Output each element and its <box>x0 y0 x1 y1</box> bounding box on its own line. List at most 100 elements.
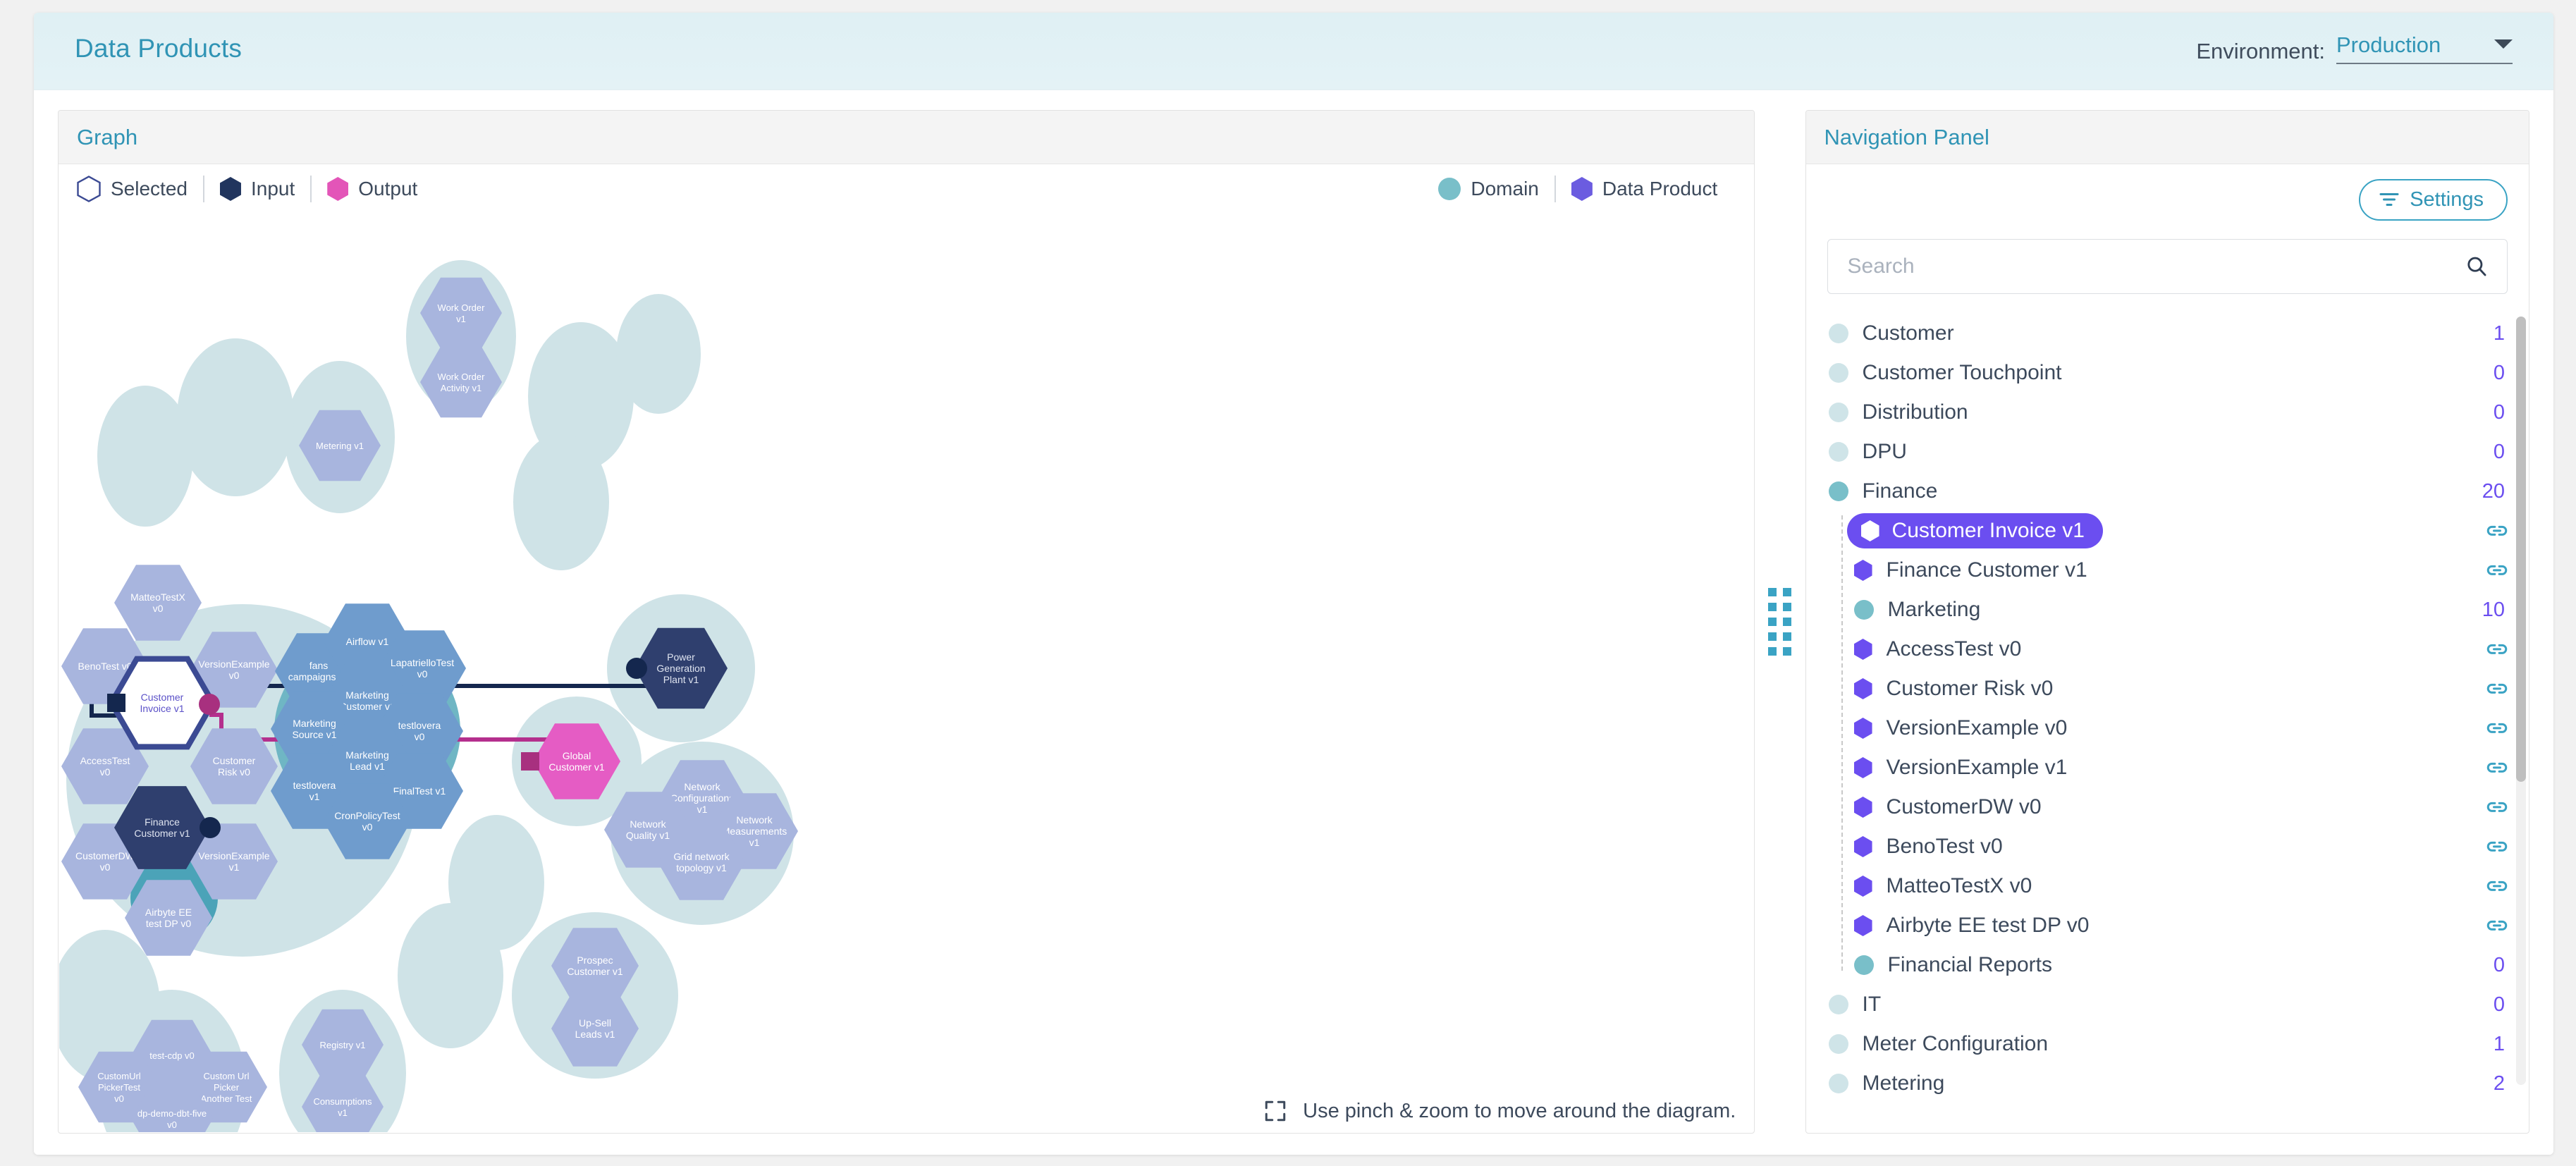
domain-circle[interactable] <box>97 386 193 527</box>
domain-circle[interactable] <box>448 815 544 950</box>
nav-item-link-action[interactable] <box>2486 562 2515 579</box>
nav-item-domain[interactable]: Customer 1 <box>1819 314 2515 353</box>
nav-item-count: 1 <box>2493 1032 2505 1055</box>
graph-diagram[interactable]: Work Orderv1Work OrderActivity v1Meterin… <box>59 213 1753 1132</box>
nav-item-domain[interactable]: Financial Reports 0 <box>1819 945 2515 985</box>
hexagon-icon <box>1853 639 1872 660</box>
nav-item-link-action[interactable] <box>2486 878 2515 895</box>
link-icon[interactable] <box>2486 562 2508 579</box>
nav-item-label: AccessTest v0 <box>1886 637 2022 661</box>
input-connector-handle[interactable] <box>107 694 125 712</box>
nav-item-data-product[interactable]: Customer Invoice v1 <box>1819 511 2515 551</box>
nav-item-count: 0 <box>2493 400 2505 424</box>
graph-node-label: Up-Sell <box>579 1017 611 1029</box>
nav-item-domain[interactable]: IT 0 <box>1819 985 2515 1024</box>
link-icon[interactable] <box>2486 522 2508 539</box>
output-connector-handle[interactable] <box>199 694 220 715</box>
nav-item-domain[interactable]: Customer Touchpoint 0 <box>1819 353 2515 393</box>
graph-hint: Use pinch & zoom to move around the diag… <box>1263 1099 1736 1123</box>
navigation-list[interactable]: Customer 1 Customer Touchpoint 0 Distributio… <box>1819 314 2515 1103</box>
graph-node-label: v1 <box>456 314 466 324</box>
graph-node-label: Customer v1 <box>548 761 605 773</box>
graph-node-label: Marketing <box>345 689 388 701</box>
link-icon[interactable] <box>2486 759 2508 776</box>
graph-node-label: Network <box>736 814 773 826</box>
graph-panel-header: Graph <box>59 111 1755 164</box>
nav-item-domain[interactable]: Metering 2 <box>1819 1064 2515 1103</box>
link-icon[interactable] <box>2486 917 2508 934</box>
legend-item-data-product: Data Product <box>1556 177 1733 201</box>
link-icon[interactable] <box>2486 838 2508 855</box>
nav-item-domain[interactable]: Distribution 0 <box>1819 393 2515 432</box>
nav-item-data-product[interactable]: AccessTest v0 <box>1819 630 2515 669</box>
nav-item-link-action[interactable] <box>2486 641 2515 658</box>
legend-item-input: Input <box>204 177 310 201</box>
nav-item-data-product[interactable]: Finance Customer v1 <box>1819 551 2515 590</box>
nav-item-link-action[interactable] <box>2486 838 2515 855</box>
domain-circle[interactable] <box>177 338 294 496</box>
search-input[interactable] <box>1846 254 2465 279</box>
nav-item-link-action[interactable] <box>2486 917 2515 934</box>
nav-item-data-product[interactable]: Airbyte EE test DP v0 <box>1819 906 2515 945</box>
nav-item-data-product[interactable]: VersionExample v0 <box>1819 708 2515 748</box>
graph-node-label: Finance <box>145 816 180 828</box>
domain-circle[interactable] <box>513 434 609 570</box>
scrollbar-thumb[interactable] <box>2516 317 2526 782</box>
nav-item-link-action[interactable] <box>2486 522 2515 539</box>
nav-item-link-action[interactable] <box>2486 720 2515 737</box>
nav-item-domain[interactable]: DPU 0 <box>1819 432 2515 472</box>
link-icon[interactable] <box>2486 878 2508 895</box>
hexagon-icon <box>1853 797 1872 818</box>
input-node-connector[interactable] <box>626 658 647 679</box>
panel-resize-handle[interactable] <box>1755 110 1805 1134</box>
navigation-scrollbar[interactable] <box>2516 317 2526 1085</box>
graph-node-label: Network <box>684 781 720 792</box>
graph-node-label: Registry v1 <box>319 1040 365 1050</box>
nav-item-data-product[interactable]: BenoTest v0 <box>1819 827 2515 866</box>
circle-icon <box>1828 1034 1848 1054</box>
graph-node-label: test-cdp v0 <box>149 1050 195 1061</box>
search-box[interactable] <box>1827 239 2508 294</box>
navigation-panel: Navigation Panel Settings Search Custome… <box>1805 110 2529 1134</box>
output-node-connector[interactable] <box>521 752 539 771</box>
legend-label-input: Input <box>250 178 295 200</box>
hexagon-icon <box>1853 836 1872 857</box>
nav-item-domain[interactable]: Finance 20 <box>1819 472 2515 511</box>
search-icon[interactable] <box>2465 254 2489 278</box>
nav-item-data-product[interactable]: MatteoTestX v0 <box>1819 866 2515 906</box>
graph-node-label: Configurations <box>670 792 734 804</box>
nav-item-link-action[interactable] <box>2486 680 2515 697</box>
graph-node-label: VersionExample <box>198 850 269 861</box>
domain-circle[interactable] <box>616 294 701 414</box>
graph-node-label: topology v1 <box>676 862 727 873</box>
legend-label-data-product: Data Product <box>1602 178 1718 200</box>
environment-dropdown[interactable]: Production <box>2336 32 2513 64</box>
nav-item-domain[interactable]: Meter Configuration 1 <box>1819 1024 2515 1064</box>
nav-item-link-action[interactable] <box>2486 799 2515 816</box>
settings-button[interactable]: Settings <box>2359 178 2508 221</box>
nav-item-data-product[interactable]: Customer Risk v0 <box>1819 669 2515 708</box>
environment-selector[interactable]: Environment: Production <box>2196 32 2513 64</box>
app-header: Data Products Environment: Production <box>34 13 2553 90</box>
data-products-app: Data Products Environment: Production Gr… <box>34 13 2553 1155</box>
nav-item-domain[interactable]: Marketing 10 <box>1819 590 2515 630</box>
graph-node-label: v0 <box>415 731 425 742</box>
link-icon[interactable] <box>2486 641 2508 658</box>
link-icon[interactable] <box>2486 720 2508 737</box>
nav-item-data-product[interactable]: CustomerDW v0 <box>1819 787 2515 827</box>
expand-arrows-icon <box>1265 1100 1286 1122</box>
graph-node-label: v0 <box>153 603 164 614</box>
nav-item-count: 0 <box>2493 440 2505 463</box>
selected-item-pill[interactable]: Customer Invoice v1 <box>1846 513 2103 548</box>
link-icon[interactable] <box>2486 680 2508 697</box>
graph-node[interactable]: CustomerInvoice v1 <box>108 656 216 750</box>
grip-dots-icon[interactable] <box>1768 588 1792 656</box>
graph-canvas[interactable]: Work Order v1 Work Order Activity v1 Meterin… <box>59 213 1754 1132</box>
environment-label: Environment: <box>2196 39 2325 63</box>
nav-item-link-action[interactable] <box>2486 759 2515 776</box>
graph-node-label: CustomerDW <box>75 850 135 861</box>
link-icon[interactable] <box>2486 799 2508 816</box>
nav-item-data-product[interactable]: VersionExample v1 <box>1819 748 2515 787</box>
graph-node-label: v1 <box>338 1107 348 1118</box>
node-connector-handle[interactable] <box>200 817 221 838</box>
